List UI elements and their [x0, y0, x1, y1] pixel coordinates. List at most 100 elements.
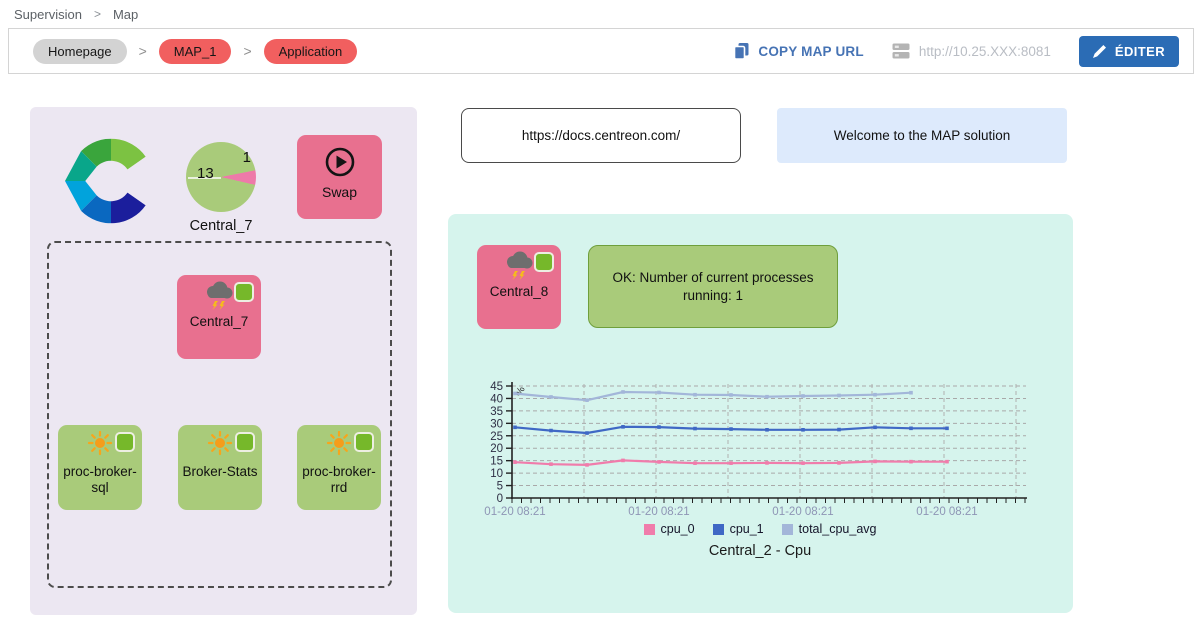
- node-label: Central_7: [190, 314, 249, 330]
- data-marker: [801, 394, 805, 398]
- toolbar-right: COPY MAP URL http://10.25.XXX:8081 ÉDITE…: [733, 36, 1179, 67]
- sun-icon: [326, 430, 352, 463]
- y-tick-label: 30: [490, 418, 503, 430]
- data-marker: [909, 427, 913, 431]
- breadcrumb-map[interactable]: Map: [113, 7, 138, 22]
- storm-cloud-icon: [503, 250, 535, 283]
- node-label: Swap: [322, 184, 357, 200]
- data-marker: [657, 460, 661, 464]
- y-tick-label: 25: [490, 431, 503, 443]
- data-marker: [693, 461, 697, 465]
- node-label: proc-broker-sql: [58, 464, 142, 495]
- sun-icon: [87, 430, 113, 463]
- status-square: [534, 252, 554, 272]
- y-tick-label: 20: [490, 443, 503, 455]
- breadcrumb-pill-map1[interactable]: MAP_1: [159, 39, 232, 64]
- status-square: [354, 432, 374, 452]
- data-marker: [621, 459, 625, 463]
- data-marker: [549, 429, 553, 433]
- y-tick-label: 15: [490, 456, 503, 468]
- data-marker: [549, 462, 553, 466]
- data-marker: [657, 425, 661, 429]
- copy-map-url-button[interactable]: COPY MAP URL: [733, 42, 863, 60]
- docs-link-box[interactable]: https://docs.centreon.com/: [461, 108, 741, 163]
- x-tick-label: 01-20 08:21: [772, 506, 833, 518]
- server-icon: [892, 42, 911, 60]
- data-marker: [909, 460, 913, 464]
- data-marker: [765, 395, 769, 399]
- left-group-panel: 13 1 Central_7 Swap: [30, 107, 417, 615]
- data-marker: [693, 393, 697, 397]
- data-marker: [585, 431, 589, 435]
- breadcrumb-pill-homepage[interactable]: Homepage: [33, 39, 127, 64]
- service-node-proc-broker-rrd[interactable]: proc-broker-rrd: [297, 425, 381, 510]
- map-toolbar: Homepage > MAP_1 > Application COPY MAP …: [8, 28, 1194, 74]
- data-marker: [729, 393, 733, 397]
- data-marker: [513, 426, 517, 430]
- y-tick-label: 10: [490, 468, 503, 480]
- y-tick-label: 35: [490, 406, 503, 418]
- data-marker: [873, 460, 877, 464]
- chevron-right-icon: >: [243, 43, 251, 59]
- node-label: proc-broker-rrd: [297, 464, 381, 495]
- service-node-broker-stats[interactable]: Broker-Stats: [178, 425, 262, 510]
- storm-cloud-icon: [203, 280, 235, 313]
- right-group-panel: Central_8 OK: Number of current processe…: [448, 214, 1073, 613]
- map-canvas: 13 1 Central_7 Swap: [0, 76, 1202, 625]
- data-marker: [585, 398, 589, 402]
- swap-node[interactable]: Swap: [297, 135, 382, 219]
- data-marker: [945, 427, 949, 431]
- sun-icon: [207, 430, 233, 463]
- x-tick-label: 01-20 08:21: [628, 506, 689, 518]
- data-marker: [621, 390, 625, 394]
- gauge-slice-count: 1: [243, 149, 251, 166]
- edit-button[interactable]: ÉDITER: [1079, 36, 1179, 67]
- pencil-icon: [1093, 44, 1107, 58]
- data-marker: [657, 391, 661, 395]
- legend-item-cpu0[interactable]: cpu_0: [644, 522, 695, 536]
- data-marker: [837, 461, 841, 465]
- breadcrumb-pill-application[interactable]: Application: [264, 39, 358, 64]
- status-square: [234, 282, 254, 302]
- gauge-label: Central_7: [150, 218, 292, 234]
- copy-icon: [733, 42, 750, 60]
- host-node-central8[interactable]: Central_8: [477, 245, 561, 329]
- y-tick-label: 0: [497, 493, 503, 505]
- data-marker: [837, 428, 841, 432]
- top-breadcrumb: Supervision > Map: [0, 0, 1202, 28]
- x-tick-label: 01-20 08:21: [916, 506, 977, 518]
- data-marker: [729, 427, 733, 431]
- legend-item-total-cpu-avg[interactable]: total_cpu_avg: [782, 522, 877, 536]
- data-marker: [765, 461, 769, 465]
- legend-swatch: [782, 524, 793, 535]
- series-line-total_cpu_avg: [515, 392, 911, 400]
- status-text-box: OK: Number of current processes running:…: [588, 245, 838, 328]
- data-marker: [621, 425, 625, 429]
- legend-swatch: [713, 524, 724, 535]
- x-tick-label: 01-20 08:21: [484, 506, 545, 518]
- breadcrumb-supervision[interactable]: Supervision: [14, 7, 82, 22]
- chevron-right-icon: >: [94, 7, 101, 21]
- service-node-proc-broker-sql[interactable]: proc-broker-sql: [58, 425, 142, 510]
- chart-legend: cpu_0 cpu_1 total_cpu_avg: [480, 522, 1040, 536]
- welcome-banner: Welcome to the MAP solution: [777, 108, 1067, 163]
- data-marker: [873, 393, 877, 397]
- centreon-logo: [60, 135, 162, 232]
- host-node-central7[interactable]: Central_7: [177, 275, 261, 359]
- y-axis-unit: %: [513, 385, 527, 398]
- legend-item-cpu1[interactable]: cpu_1: [713, 522, 764, 536]
- data-marker: [513, 392, 517, 396]
- data-marker: [837, 394, 841, 398]
- y-tick-label: 40: [490, 393, 503, 405]
- data-marker: [801, 428, 805, 432]
- y-tick-label: 5: [497, 481, 503, 493]
- node-label: Central_8: [490, 284, 549, 300]
- data-marker: [585, 463, 589, 467]
- data-marker: [513, 460, 517, 464]
- data-marker: [801, 461, 805, 465]
- y-tick-label: 45: [490, 381, 503, 393]
- status-square: [235, 432, 255, 452]
- chevron-right-icon: >: [139, 43, 147, 59]
- data-marker: [945, 460, 949, 464]
- node-label: Broker-Stats: [182, 464, 257, 480]
